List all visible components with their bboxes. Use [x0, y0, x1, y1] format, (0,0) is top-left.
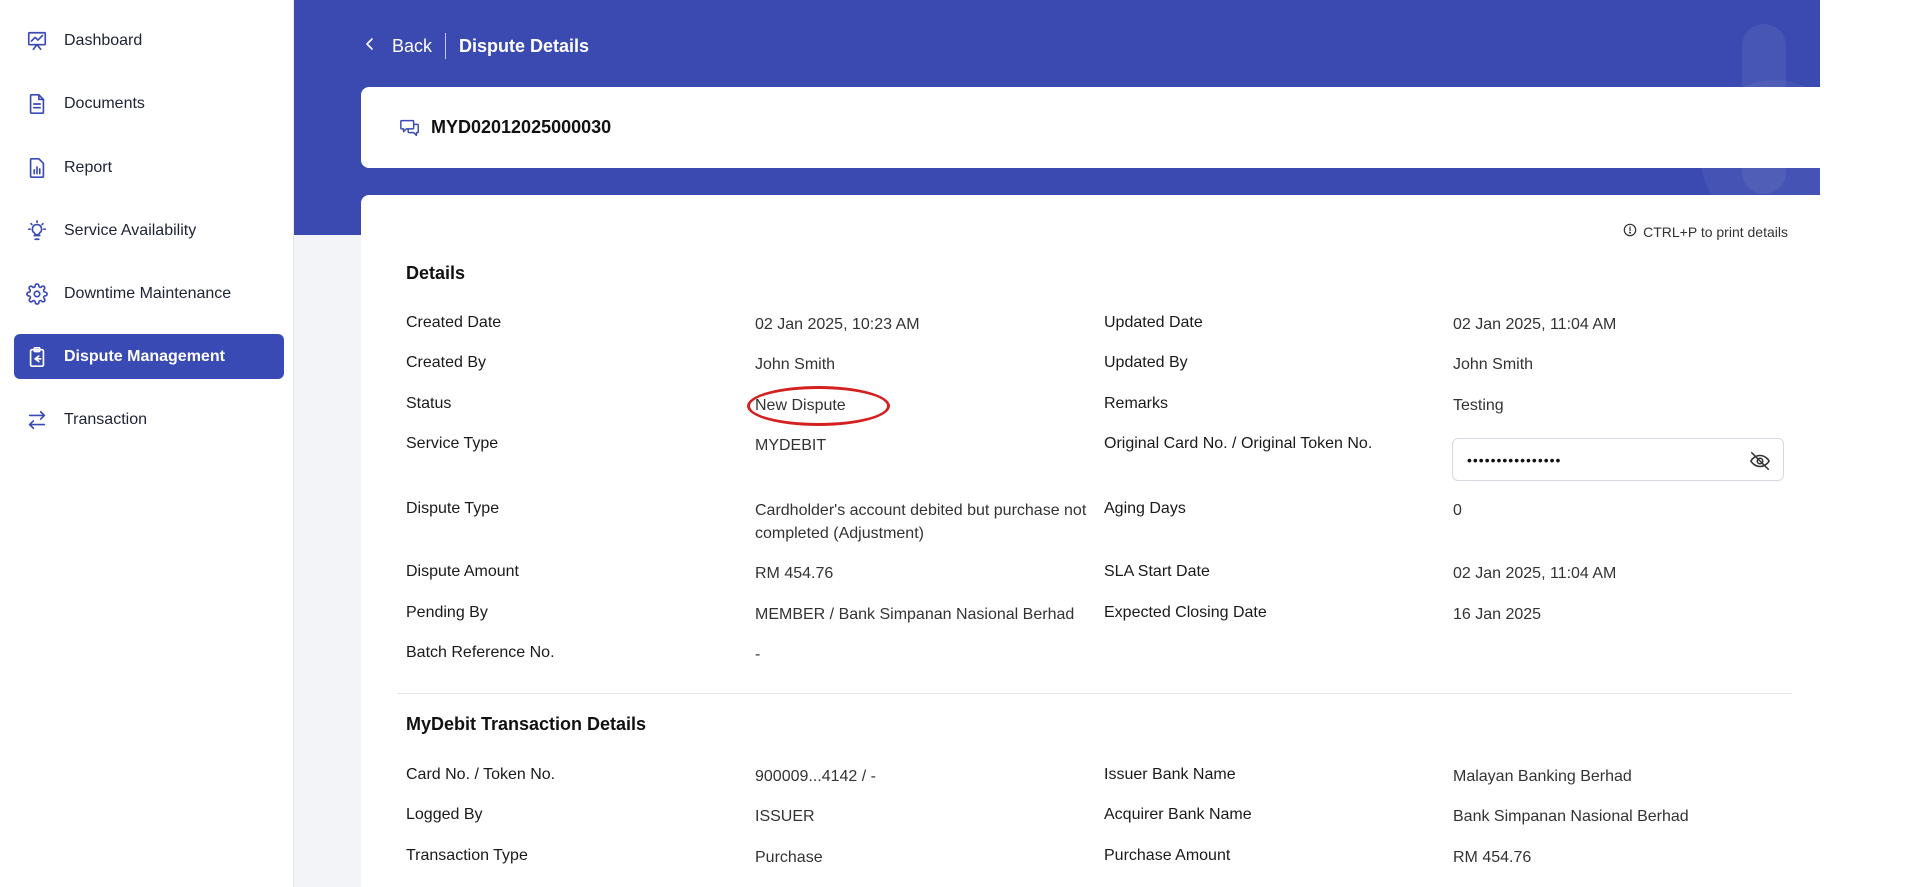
chat-bubbles-icon: [399, 117, 421, 139]
aging-days-value: 0: [1453, 502, 1462, 519]
created-date-value: 02 Jan 2025, 10:23 AM: [755, 316, 920, 333]
status-label: Status: [406, 395, 452, 412]
sidebar-item-dispute-management[interactable]: Dispute Management: [14, 334, 284, 379]
created-date-label: Created Date: [406, 314, 502, 331]
service-type-value: MYDEBIT: [755, 437, 827, 454]
issuer-bank-value: Malayan Banking Berhad: [1453, 768, 1632, 785]
batch-ref-label: Batch Reference No.: [406, 644, 555, 661]
updated-date-value: 02 Jan 2025, 11:04 AM: [1453, 316, 1617, 333]
section-title-details: Details: [406, 263, 466, 283]
main-content: Back Dispute Details MYD02012025000030 C…: [294, 0, 1910, 887]
pending-by-label: Pending By: [406, 604, 488, 621]
sidebar-item-report[interactable]: Report: [14, 145, 284, 190]
sidebar-item-label: Documents: [64, 94, 145, 112]
sidebar-item-label: Service Availability: [64, 221, 197, 239]
chevron-left-icon: [362, 36, 378, 57]
print-hint-text: CTRL+P to print details: [1643, 223, 1788, 240]
sidebar-item-label: Dispute Management: [64, 347, 225, 365]
remarks-value: Testing: [1453, 397, 1504, 414]
service-type-label: Service Type: [406, 435, 499, 452]
dispute-type-value: Cardholder's account debited but purchas…: [755, 502, 1087, 542]
updated-by-label: Updated By: [1104, 354, 1188, 371]
expected-closing-value: 16 Jan 2025: [1453, 606, 1542, 623]
sidebar-item-label: Transaction: [64, 410, 147, 428]
presentation-chart-icon: [26, 30, 48, 52]
dispute-id-card: MYD02012025000030: [361, 87, 1820, 168]
updated-by-value: John Smith: [1453, 356, 1534, 373]
sidebar-item-label: Downtime Maintenance: [64, 284, 232, 302]
sidebar-item-transaction[interactable]: Transaction: [14, 397, 284, 442]
card-token-value: 900009...4142 / -: [755, 768, 876, 785]
sidebar-item-dashboard[interactable]: Dashboard: [14, 18, 284, 63]
aging-days-label: Aging Days: [1104, 500, 1186, 517]
remarks-label: Remarks: [1104, 395, 1169, 412]
details-card: CTRL+P to print details Details Created …: [361, 195, 1820, 887]
section-title-transaction: MyDebit Transaction Details: [406, 714, 647, 734]
acquirer-bank-value: Bank Simpanan Nasional Berhad: [1453, 808, 1689, 825]
breadcrumb-divider: [445, 33, 447, 59]
eye-off-icon[interactable]: [1749, 450, 1771, 472]
created-by-label: Created By: [406, 354, 487, 371]
logged-by-label: Logged By: [406, 806, 483, 823]
dispute-id: MYD02012025000030: [431, 117, 612, 137]
pending-by-value: MEMBER / Bank Simpanan Nasional Berhad: [755, 606, 1075, 623]
print-hint: CTRL+P to print details: [1623, 223, 1788, 240]
dispute-amount-value: RM 454.76: [755, 565, 834, 582]
breadcrumb: Back Dispute Details: [362, 33, 589, 59]
gear-icon: [26, 282, 48, 305]
back-label: Back: [392, 35, 433, 56]
clipboard-icon: [26, 346, 48, 368]
sidebar-item-service-availability[interactable]: Service Availability: [14, 208, 284, 253]
original-card-masked-value: ••••••••••••••••: [1467, 451, 1562, 468]
dispute-type-label: Dispute Type: [406, 500, 500, 517]
purchase-amount-label: Purchase Amount: [1104, 847, 1231, 864]
page-title: Dispute Details: [459, 35, 590, 56]
acquirer-bank-label: Acquirer Bank Name: [1104, 806, 1252, 823]
document-icon: [26, 93, 48, 115]
sla-start-label: SLA Start Date: [1104, 563, 1210, 580]
updated-date-label: Updated Date: [1104, 314, 1203, 331]
expected-closing-label: Expected Closing Date: [1104, 604, 1267, 621]
section-divider: [397, 693, 1792, 694]
right-margin: [1820, 0, 1910, 887]
report-chart-icon: [26, 157, 48, 179]
status-highlight-ring: [747, 386, 890, 426]
created-by-value: John Smith: [755, 356, 836, 373]
arrows-exchange-icon: [26, 409, 48, 431]
original-card-field[interactable]: ••••••••••••••••: [1452, 438, 1784, 481]
sidebar-item-label: Report: [64, 158, 113, 176]
purchase-amount-value: RM 454.76: [1453, 849, 1532, 866]
lightbulb-icon: [26, 219, 48, 242]
sidebar-item-label: Dashboard: [64, 31, 143, 49]
sla-start-value: 02 Jan 2025, 11:04 AM: [1453, 565, 1617, 582]
sidebar: Dashboard Documents Report Service Avail…: [0, 0, 294, 887]
sidebar-item-downtime-maintenance[interactable]: Downtime Maintenance: [14, 271, 284, 316]
issuer-bank-label: Issuer Bank Name: [1104, 766, 1236, 783]
info-clock-icon: [1623, 223, 1643, 240]
txn-type-label: Transaction Type: [406, 847, 528, 864]
back-button[interactable]: Back: [362, 36, 432, 57]
sidebar-item-documents[interactable]: Documents: [14, 81, 284, 126]
card-token-label: Card No. / Token No.: [406, 766, 556, 783]
txn-type-value: Purchase: [755, 849, 823, 866]
dispute-amount-label: Dispute Amount: [406, 563, 519, 580]
batch-ref-value: -: [755, 646, 761, 663]
logged-by-value: ISSUER: [755, 808, 815, 825]
original-card-label: Original Card No. / Original Token No.: [1104, 435, 1373, 452]
